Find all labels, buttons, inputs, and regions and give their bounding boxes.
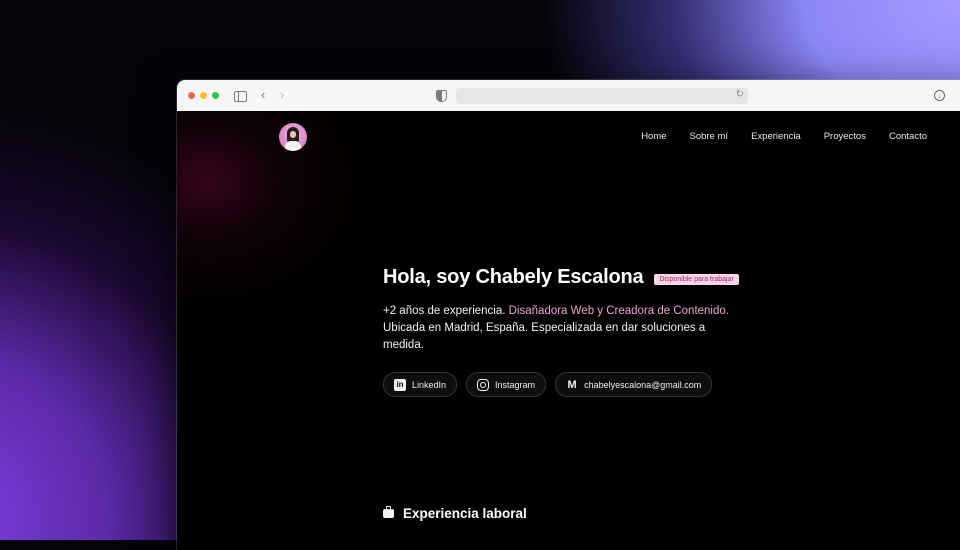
linkedin-label: LinkedIn	[412, 379, 447, 390]
nav-experiencia[interactable]: Experiencia	[751, 131, 801, 142]
availability-badge: Disponible para trabajar	[654, 273, 739, 285]
email-button[interactable]: M chabelyescalona@gmail.com	[555, 372, 713, 397]
avatar-shirt	[285, 141, 301, 151]
minimize-window-button[interactable]	[200, 92, 207, 99]
reload-icon[interactable]: ↻	[736, 89, 744, 100]
back-arrow-icon[interactable]: ‹	[261, 88, 265, 102]
instagram-button[interactable]: Instagram	[466, 372, 547, 397]
avatar[interactable]	[279, 123, 307, 151]
linkedin-icon: in	[394, 378, 406, 391]
section-title: Experiencia laboral	[403, 506, 527, 521]
experience-section-header: Experiencia laboral	[383, 506, 527, 521]
close-window-button[interactable]	[188, 92, 195, 99]
browser-toolbar: ‹ › ↻ ↓	[177, 80, 960, 112]
nav-sobre-mi[interactable]: Sobre mí	[690, 131, 729, 142]
briefcase-icon	[383, 506, 394, 518]
nav-contacto[interactable]: Contacto	[889, 131, 927, 142]
social-links: in LinkedIn Instagram M chabelyescalona@…	[383, 372, 803, 397]
avatar-face	[290, 131, 296, 138]
instagram-label: Instagram	[495, 379, 536, 390]
desc-rest: Ubicada en Madrid, España. Especializada…	[383, 322, 706, 351]
hero-section: Hola, soy Chabely Escalona Disponible pa…	[383, 266, 803, 397]
forward-arrow-icon[interactable]: ›	[280, 88, 284, 102]
desc-prefix: +2 años de experiencia.	[383, 305, 509, 317]
nav-proyectos[interactable]: Proyectos	[824, 131, 866, 142]
hero-description: +2 años de experiencia. Disañadora Web y…	[383, 303, 743, 354]
sidebar-toggle-icon[interactable]	[234, 91, 247, 102]
hero-title-row: Hola, soy Chabely Escalona Disponible pa…	[383, 266, 803, 289]
email-label: chabelyescalona@gmail.com	[584, 379, 702, 390]
webpage: Home Sobre mí Experiencia Proyectos Cont…	[177, 111, 960, 550]
instagram-icon	[477, 378, 490, 391]
nav-home[interactable]: Home	[641, 131, 666, 142]
download-icon[interactable]: ↓	[934, 90, 945, 101]
privacy-shield-icon[interactable]	[436, 90, 447, 102]
gmail-icon: M	[567, 378, 577, 391]
hero-title: Hola, soy Chabely Escalona	[383, 266, 644, 288]
maximize-window-button[interactable]	[212, 92, 219, 99]
address-bar[interactable]: ↻	[456, 88, 748, 104]
browser-window: ‹ › ↻ ↓ Home Sobre mí Experiencia Proyec…	[177, 80, 960, 550]
desc-highlight: Disañadora Web y Creadora de Contenido.	[508, 305, 729, 317]
linkedin-button[interactable]: in LinkedIn	[383, 372, 458, 397]
main-nav: Home Sobre mí Experiencia Proyectos Cont…	[641, 131, 927, 142]
